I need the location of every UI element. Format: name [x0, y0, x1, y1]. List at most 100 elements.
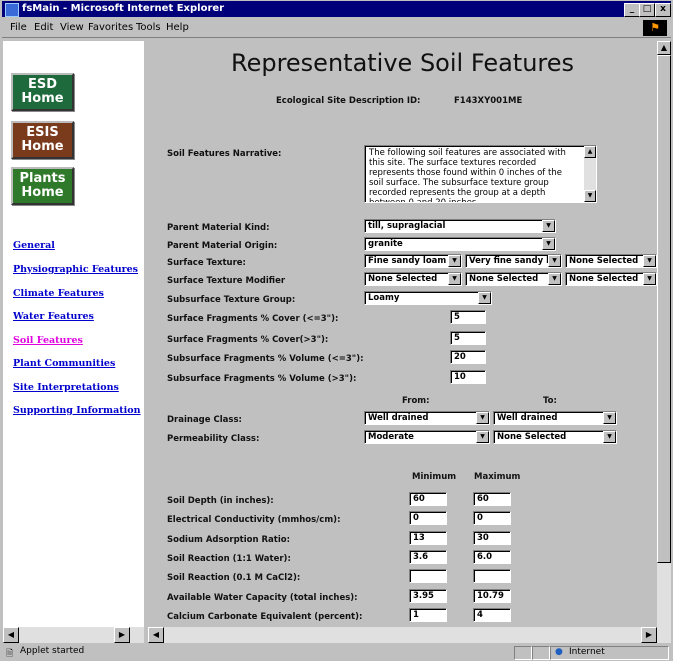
max-input[interactable] — [473, 569, 511, 583]
min-input[interactable]: 60 — [409, 492, 447, 506]
esis-home-button[interactable]: ESIS Home — [11, 121, 74, 159]
scroll-right-icon[interactable]: ▶ — [641, 627, 657, 643]
nav-link-supporting-info[interactable]: Supporting Information — [13, 405, 140, 416]
max-input[interactable]: 4 — [473, 608, 511, 622]
chevron-down-icon[interactable]: ▼ — [548, 255, 561, 267]
max-value: 30 — [477, 533, 489, 543]
status-segment — [514, 646, 532, 660]
surface-texture-value-3: None Selected — [569, 256, 639, 266]
drainage-from-value: Well drained — [368, 413, 429, 423]
narrative-scrollbar[interactable]: ▲ ▼ — [584, 146, 596, 202]
chevron-down-icon[interactable]: ▼ — [478, 292, 491, 304]
nav-link-site-interpretations[interactable]: Site Interpretations — [13, 382, 119, 393]
narrative-textarea[interactable]: The following soil features are associat… — [364, 145, 597, 203]
menu-file[interactable]: File — [10, 22, 27, 33]
surface-texture-value-2: Very fine sandy lo — [469, 256, 555, 266]
narrative-scroll-down-icon[interactable]: ▼ — [584, 190, 596, 202]
close-button[interactable]: x — [655, 3, 671, 17]
surface-frag-large-input[interactable]: 5 — [450, 331, 486, 345]
subsurface-frag-large-label: Subsurface Fragments % Volume (>3"): — [167, 374, 357, 384]
surface-frag-small-input[interactable]: 5 — [450, 310, 486, 324]
menu-edit[interactable]: Edit — [34, 22, 53, 33]
minmax-row-label: Soil Depth (in inches): — [167, 496, 274, 506]
site-id-value: F143XY001ME — [454, 96, 523, 106]
min-input[interactable]: 13 — [409, 531, 447, 545]
max-input[interactable]: 60 — [473, 492, 511, 506]
nav-link-climate[interactable]: Climate Features — [13, 288, 104, 299]
narrative-scroll-up-icon[interactable]: ▲ — [584, 146, 596, 158]
scroll-right-icon[interactable]: ▶ — [114, 627, 130, 643]
max-input[interactable]: 0 — [473, 511, 511, 525]
texture-modifier-select-1[interactable]: None Selected ▼ — [364, 272, 462, 286]
min-value: 3.95 — [413, 591, 434, 601]
drainage-to-value: Well drained — [497, 413, 558, 423]
min-input[interactable]: 1 — [409, 608, 447, 622]
parent-material-kind-select[interactable]: till, supraglacial ▼ — [364, 219, 556, 233]
minmax-row-label: Available Water Capacity (total inches): — [167, 593, 358, 603]
maximize-button[interactable]: □ — [639, 3, 655, 17]
surface-texture-select-2[interactable]: Very fine sandy lo ▼ — [465, 254, 562, 268]
menu-favorites[interactable]: Favorites — [88, 22, 133, 33]
surface-texture-select-1[interactable]: Fine sandy loam ▼ — [364, 254, 462, 268]
chevron-down-icon[interactable]: ▼ — [603, 412, 616, 424]
max-input[interactable]: 10.79 — [473, 589, 511, 603]
min-input[interactable]: 3.95 — [409, 589, 447, 603]
nav-link-general[interactable]: General — [13, 240, 55, 251]
chevron-down-icon[interactable]: ▼ — [542, 238, 555, 250]
drainage-to-select[interactable]: Well drained ▼ — [493, 411, 617, 425]
narrative-label: Soil Features Narrative: — [167, 149, 282, 159]
permeability-from-select[interactable]: Moderate ▼ — [364, 430, 490, 444]
scroll-left-icon[interactable]: ◀ — [3, 627, 19, 643]
min-input[interactable]: 0 — [409, 511, 447, 525]
chevron-down-icon[interactable]: ▼ — [542, 220, 555, 232]
nav-link-soil[interactable]: Soil Features — [13, 335, 83, 346]
chevron-down-icon[interactable]: ▼ — [448, 273, 461, 285]
scroll-left-icon[interactable]: ◀ — [148, 627, 164, 643]
main-vertical-scrollbar[interactable]: ▲ — [657, 41, 671, 627]
surface-frag-small-label: Surface Fragments % Cover (<=3"): — [167, 314, 339, 324]
minimize-button[interactable]: _ — [624, 3, 640, 17]
parent-material-origin-label: Parent Material Origin: — [167, 241, 278, 251]
plants-home-button[interactable]: Plants Home — [11, 167, 74, 205]
nav-link-water[interactable]: Water Features — [13, 311, 94, 322]
chevron-down-icon[interactable]: ▼ — [476, 431, 489, 443]
vertical-scroll-thumb[interactable] — [657, 55, 671, 563]
ie-logo-icon — [5, 3, 19, 17]
esd-home-button[interactable]: ESD Home — [11, 73, 74, 111]
min-input[interactable]: 3.6 — [409, 550, 447, 564]
chevron-down-icon[interactable]: ▼ — [476, 412, 489, 424]
max-input[interactable]: 6.0 — [473, 550, 511, 564]
permeability-to-select[interactable]: None Selected ▼ — [493, 430, 617, 444]
texture-modifier-select-3[interactable]: None Selected ▼ — [565, 272, 657, 286]
menu-tools[interactable]: Tools — [136, 22, 161, 33]
chevron-down-icon[interactable]: ▼ — [643, 255, 656, 267]
surface-texture-select-3[interactable]: None Selected ▼ — [565, 254, 657, 268]
nav-link-physiographic[interactable]: Physiographic Features — [13, 264, 138, 275]
nav-link-plant-communities[interactable]: Plant Communities — [13, 358, 115, 369]
left-horizontal-scrollbar[interactable]: ◀ ▶ — [3, 627, 144, 643]
texture-modifier-select-2[interactable]: None Selected ▼ — [465, 272, 562, 286]
menu-view[interactable]: View — [60, 22, 84, 33]
subsurface-frag-small-input[interactable]: 20 — [450, 350, 486, 364]
menu-help[interactable]: Help — [166, 22, 189, 33]
left-nav-frame: ESD Home ESIS Home Plants Home General P… — [3, 41, 144, 627]
status-segment — [532, 646, 550, 660]
min-input[interactable] — [409, 569, 447, 583]
parent-material-origin-select[interactable]: granite ▼ — [364, 237, 556, 251]
drainage-from-select[interactable]: Well drained ▼ — [364, 411, 490, 425]
scroll-up-icon[interactable]: ▲ — [657, 41, 671, 55]
chevron-down-icon[interactable]: ▼ — [603, 431, 616, 443]
chevron-down-icon[interactable]: ▼ — [548, 273, 561, 285]
plants-home-label: Plants Home — [19, 171, 66, 200]
status-page-icon: 🗎 — [6, 649, 14, 659]
maximum-header: Maximum — [474, 472, 521, 482]
main-horizontal-scrollbar[interactable]: ◀ ▶ — [148, 627, 671, 643]
subsurface-texture-group-value: Loamy — [368, 293, 400, 303]
subsurface-frag-large-input[interactable]: 10 — [450, 370, 486, 384]
subsurface-texture-group-select[interactable]: Loamy ▼ — [364, 291, 492, 305]
parent-material-kind-value: till, supraglacial — [368, 221, 446, 231]
chevron-down-icon[interactable]: ▼ — [643, 273, 656, 285]
windows-flag-icon: ⚑ — [643, 20, 667, 36]
chevron-down-icon[interactable]: ▼ — [448, 255, 461, 267]
max-input[interactable]: 30 — [473, 531, 511, 545]
